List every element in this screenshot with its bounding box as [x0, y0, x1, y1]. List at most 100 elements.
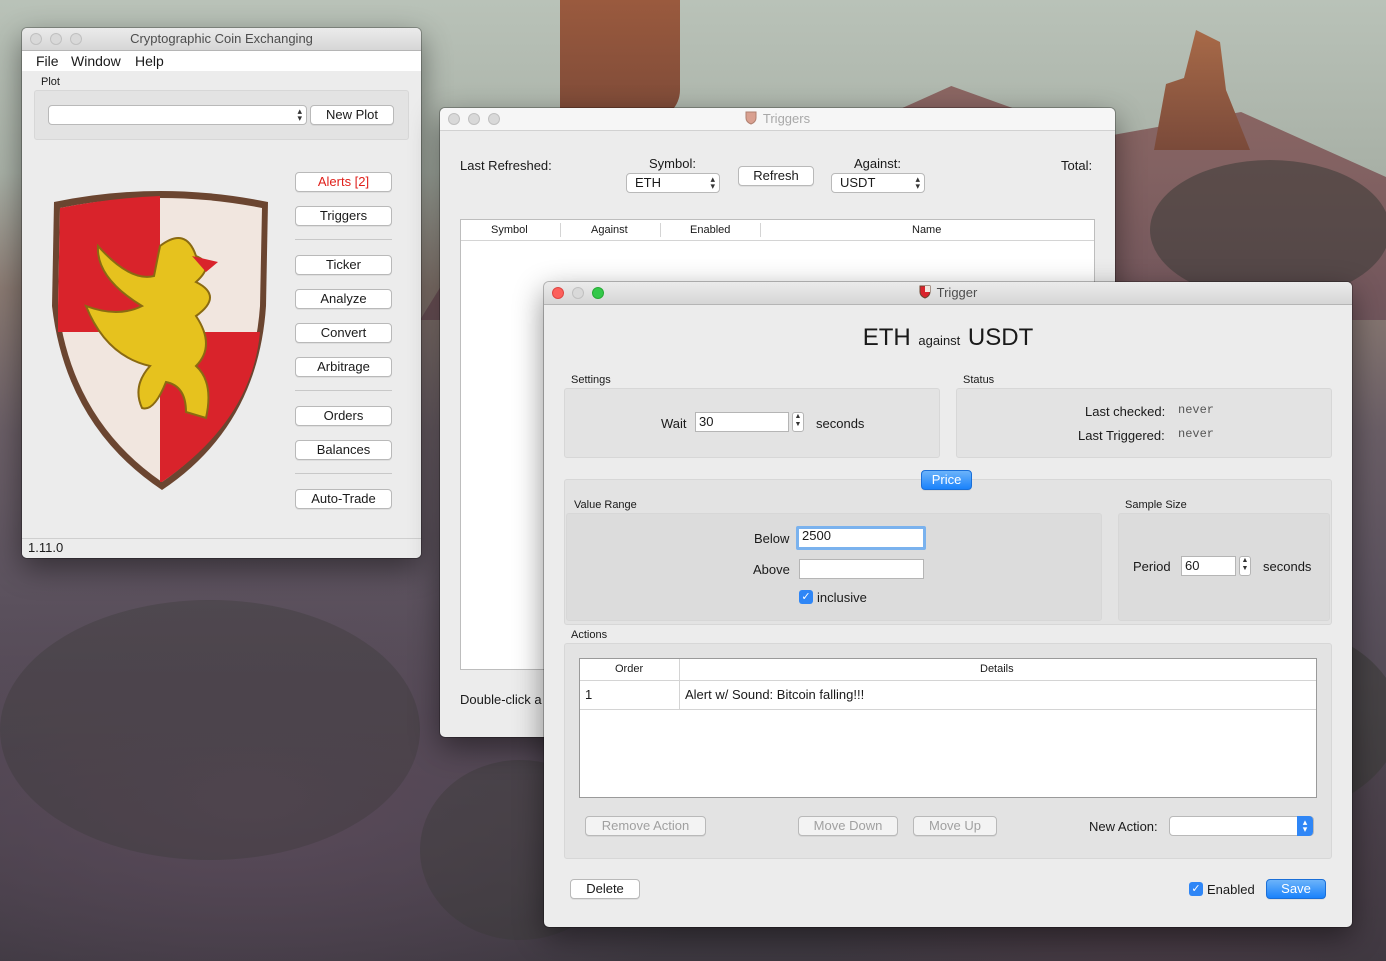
last-checked-label: Last checked: — [1085, 404, 1166, 419]
refresh-button[interactable]: Refresh — [738, 166, 814, 186]
window-title: Cryptographic Coin Exchanging — [130, 31, 313, 46]
below-label: Below — [754, 531, 790, 546]
column-symbol[interactable]: Symbol — [491, 224, 528, 236]
window-controls — [552, 287, 604, 299]
zoom-button[interactable] — [70, 33, 82, 45]
menu-file[interactable]: File — [36, 53, 59, 69]
menu-window[interactable]: Window — [71, 53, 121, 69]
period-stepper[interactable]: ▲ ▼ — [1239, 556, 1251, 576]
separator — [295, 390, 392, 391]
minimize-button[interactable] — [468, 113, 480, 125]
symbol-label: Symbol: — [649, 156, 696, 171]
table-row[interactable]: 1 Alert w/ Sound: Bitcoin falling!!! — [580, 680, 1316, 710]
window-controls — [30, 33, 82, 45]
delete-button[interactable]: Delete — [570, 879, 640, 899]
enabled-checkbox[interactable]: ✓ — [1189, 882, 1203, 896]
plot-label: Plot — [41, 76, 60, 88]
period-label: Period — [1133, 559, 1171, 574]
plot-select[interactable]: ▴ ▾ — [48, 105, 307, 125]
trigger-heading: ETH against USDT — [544, 324, 1352, 352]
inclusive-label: inclusive — [817, 590, 867, 605]
heading-quote: USDT — [967, 324, 1034, 351]
above-label: Above — [753, 562, 790, 577]
heading-symbol: ETH — [862, 324, 911, 351]
menu-bar: File Window Help — [22, 51, 421, 71]
background-rock — [560, 0, 680, 120]
inclusive-checkbox[interactable]: ✓ — [799, 590, 813, 604]
separator — [295, 239, 392, 240]
analyze-button[interactable]: Analyze — [295, 289, 392, 309]
main-window-titlebar: Cryptographic Coin Exchanging — [22, 28, 421, 51]
status-label: Status — [963, 374, 995, 386]
move-up-button[interactable]: Move Up — [913, 816, 997, 836]
move-down-button[interactable]: Move Down — [798, 816, 898, 836]
symbol-select[interactable]: ETH ▴ ▾ — [626, 173, 720, 193]
remove-action-button[interactable]: Remove Action — [585, 816, 706, 836]
above-input[interactable] — [799, 559, 924, 579]
zoom-button[interactable] — [488, 113, 500, 125]
period-input[interactable]: 60 — [1181, 556, 1236, 576]
close-button[interactable] — [552, 287, 564, 299]
last-refreshed-label: Last Refreshed: — [460, 158, 552, 173]
sample-size-label: Sample Size — [1125, 499, 1187, 511]
close-button[interactable] — [30, 33, 42, 45]
wait-label: Wait — [661, 416, 687, 431]
triggers-window-titlebar: Triggers — [440, 108, 1115, 131]
seconds-label: seconds — [816, 416, 865, 431]
wait-input[interactable]: 30 — [695, 412, 789, 432]
settings-label: Settings — [571, 374, 611, 386]
shield-icon — [919, 285, 931, 299]
new-action-label: New Action: — [1089, 819, 1158, 834]
footer-hint: Double-click a — [460, 692, 542, 707]
wait-stepper[interactable]: ▲ ▼ — [792, 412, 804, 432]
against-select[interactable]: USDT ▴ ▾ — [831, 173, 925, 193]
below-input[interactable]: 2500 — [796, 526, 926, 550]
tab-price[interactable]: Price — [921, 470, 972, 490]
new-action-select[interactable]: ▴ ▾ — [1169, 816, 1314, 836]
version-label: 1.11.0 — [28, 540, 64, 555]
separator — [295, 473, 392, 474]
select-arrows-icon: ▴ ▾ — [915, 174, 920, 191]
orders-button[interactable]: Orders — [295, 406, 392, 426]
menu-help[interactable]: Help — [135, 53, 164, 69]
background-brush — [0, 600, 420, 860]
against-label: Against: — [854, 156, 901, 171]
trigger-window-titlebar: Trigger — [544, 282, 1352, 305]
last-triggered-label: Last Triggered: — [1078, 428, 1165, 443]
column-against[interactable]: Against — [591, 224, 628, 236]
status-group — [956, 388, 1332, 458]
trigger-window: Trigger ETH against USDT Settings Wait 3… — [544, 282, 1352, 927]
column-order[interactable]: Order — [615, 663, 643, 675]
ticker-button[interactable]: Ticker — [295, 255, 392, 275]
arbitrage-button[interactable]: Arbitrage — [295, 357, 392, 377]
balances-button[interactable]: Balances — [295, 440, 392, 460]
window-title: Trigger — [936, 285, 978, 300]
new-plot-button[interactable]: New Plot — [310, 105, 394, 125]
alerts-button[interactable]: Alerts [2] — [295, 172, 392, 192]
close-button[interactable] — [448, 113, 460, 125]
column-details[interactable]: Details — [980, 663, 1014, 675]
minimize-button[interactable] — [50, 33, 62, 45]
save-button[interactable]: Save — [1266, 879, 1326, 899]
convert-button[interactable]: Convert — [295, 323, 392, 343]
heading-against: against — [918, 333, 961, 348]
column-name[interactable]: Name — [912, 224, 941, 236]
column-enabled[interactable]: Enabled — [690, 224, 730, 236]
actions-table[interactable]: Order Details 1 Alert w/ Sound: Bitcoin … — [579, 658, 1317, 798]
auto-trade-button[interactable]: Auto-Trade — [295, 489, 392, 509]
zoom-button[interactable] — [592, 287, 604, 299]
last-checked-value: never — [1178, 403, 1215, 417]
select-arrows-icon: ▴ ▾ — [710, 174, 715, 191]
last-triggered-value: never — [1178, 427, 1215, 441]
triggers-button[interactable]: Triggers — [295, 206, 392, 226]
minimize-button[interactable] — [572, 287, 584, 299]
shield-icon — [745, 111, 757, 125]
window-title: Triggers — [762, 111, 811, 126]
shield-logo-icon — [52, 191, 268, 490]
total-label: Total: — [1061, 158, 1093, 173]
table-header: Symbol Against Enabled Name — [461, 220, 1094, 241]
main-window: Cryptographic Coin Exchanging File Windo… — [22, 28, 421, 558]
action-details: Alert w/ Sound: Bitcoin falling!!! — [685, 687, 865, 702]
action-order: 1 — [585, 687, 593, 702]
window-controls — [448, 113, 500, 125]
